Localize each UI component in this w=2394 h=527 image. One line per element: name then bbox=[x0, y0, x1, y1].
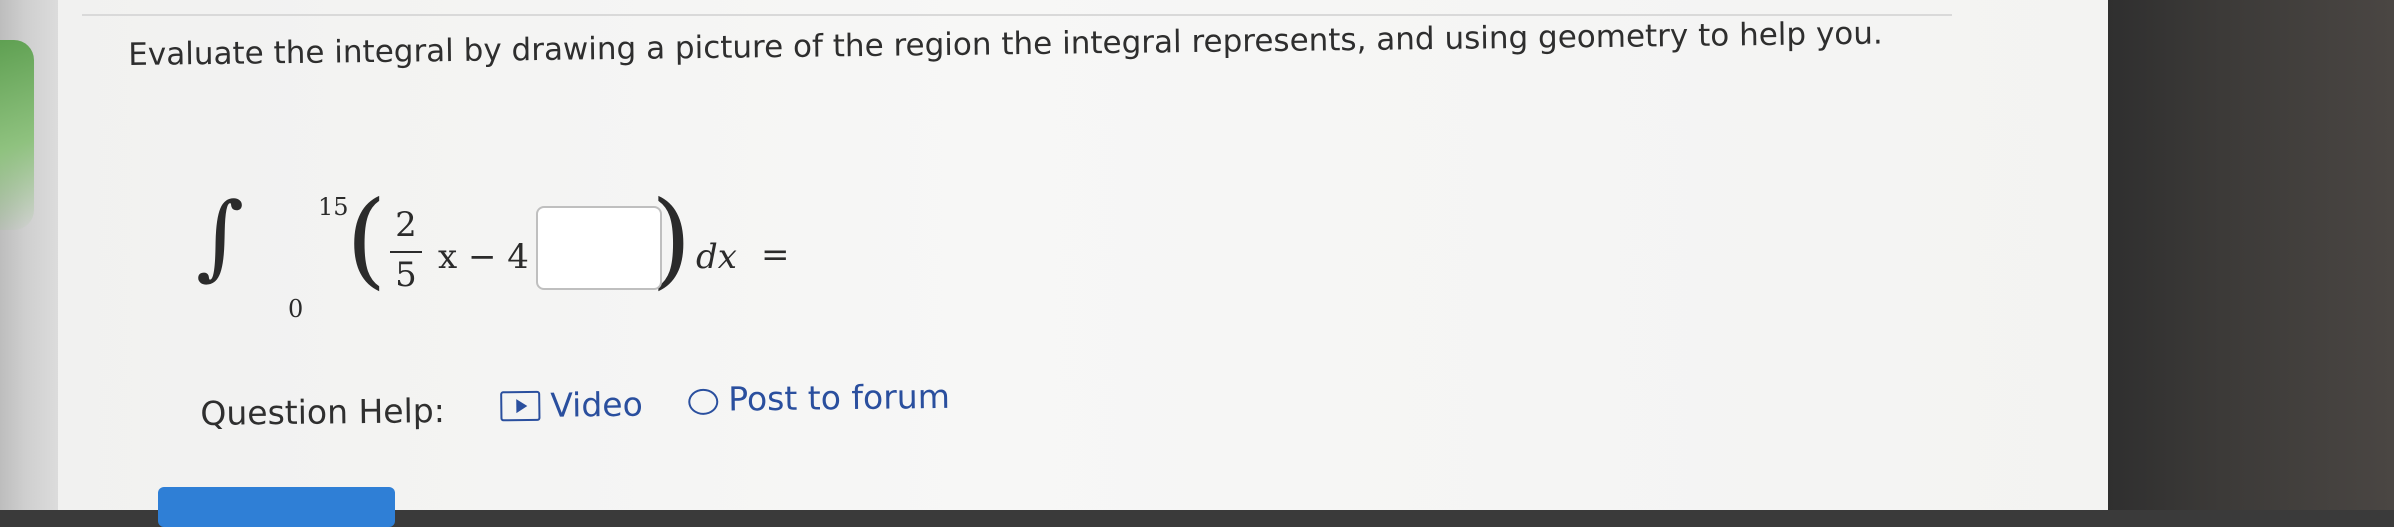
answer-input[interactable] bbox=[536, 206, 662, 290]
integrand-rest: x − 4 bbox=[438, 237, 529, 277]
forum-link-label: Post to forum bbox=[728, 376, 951, 419]
fraction-denominator: 5 bbox=[395, 255, 417, 295]
integral-upper-limit: 15 bbox=[318, 193, 349, 221]
background-green-object bbox=[0, 40, 34, 230]
fraction-bar bbox=[390, 251, 422, 253]
left-parenthesis: ( bbox=[346, 178, 387, 300]
fraction: 2 5 bbox=[386, 205, 426, 299]
video-link[interactable]: Video bbox=[500, 385, 643, 426]
integral-lower-limit: 0 bbox=[288, 295, 304, 323]
question-help: Question Help: Video Post to forum bbox=[200, 371, 1101, 442]
question-prompt: Evaluate the integral by drawing a pictu… bbox=[128, 15, 1883, 73]
equals-sign: = bbox=[761, 235, 790, 275]
video-link-label: Video bbox=[550, 384, 644, 425]
question-help-label: Question Help: bbox=[200, 391, 446, 433]
differential: dx bbox=[696, 237, 737, 277]
integral-sign: ∫ bbox=[196, 183, 244, 290]
fraction-numerator: 2 bbox=[395, 205, 417, 245]
background-right-dark bbox=[2108, 0, 2394, 510]
speech-bubble-icon bbox=[688, 388, 719, 416]
video-play-icon bbox=[500, 390, 541, 422]
submit-button[interactable] bbox=[158, 487, 395, 527]
post-to-forum-link[interactable]: Post to forum bbox=[688, 377, 950, 419]
question-page: Evaluate the integral by drawing a pictu… bbox=[58, 0, 2113, 527]
